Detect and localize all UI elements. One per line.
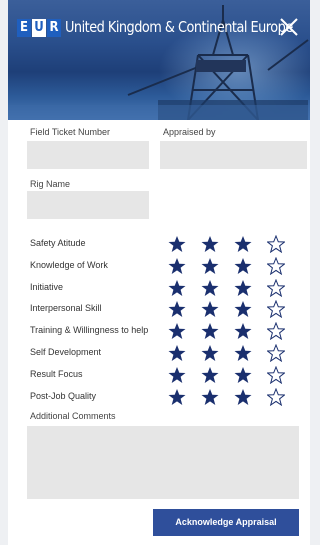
rating-label: Initiative xyxy=(30,281,64,292)
star-filled-icon[interactable] xyxy=(168,388,186,406)
star-empty-icon[interactable] xyxy=(267,344,285,362)
rating-label: Result Focus xyxy=(30,368,83,379)
field-ticket-input[interactable] xyxy=(27,141,149,169)
star-empty-icon[interactable] xyxy=(267,278,285,297)
rating-label: Training & Willingness to help xyxy=(30,325,149,336)
star-filled-icon[interactable] xyxy=(201,344,219,362)
star-rating xyxy=(168,300,288,319)
star-rating xyxy=(168,344,288,362)
rig-name-input[interactable] xyxy=(27,191,149,219)
star-rating xyxy=(168,387,288,406)
rating-label: Self Development xyxy=(30,347,102,357)
logo-letter-e: E xyxy=(17,19,31,37)
star-empty-icon[interactable] xyxy=(267,365,285,384)
rating-label: Safety Atitude xyxy=(30,238,86,248)
field-ticket-label: Field Ticket Number xyxy=(30,127,111,137)
close-icon[interactable] xyxy=(276,14,302,40)
star-filled-icon[interactable] xyxy=(234,300,252,318)
star-filled-icon[interactable] xyxy=(201,322,219,340)
star-filled-icon[interactable] xyxy=(201,366,219,384)
star-empty-icon[interactable] xyxy=(267,322,285,341)
star-filled-icon[interactable] xyxy=(234,257,252,275)
star-rating xyxy=(168,365,288,384)
appraisal-panel: E U R United Kingdom & Continental Europ… xyxy=(8,0,310,545)
title-bar: E U R United Kingdom & Continental Europ… xyxy=(8,10,310,42)
header-banner: E U R United Kingdom & Continental Europ… xyxy=(8,0,310,120)
rating-label: Interpersonal Skill xyxy=(30,303,102,314)
star-filled-icon[interactable] xyxy=(201,257,219,275)
rating-label: Knowledge of Work xyxy=(30,259,108,270)
star-filled-icon[interactable] xyxy=(201,388,219,406)
star-filled-icon[interactable] xyxy=(168,344,186,362)
rating-label: Post-Job Quality xyxy=(30,390,97,401)
acknowledge-appraisal-button[interactable]: Acknowledge Appraisal xyxy=(153,509,299,536)
star-filled-icon[interactable] xyxy=(168,322,186,340)
star-filled-icon[interactable] xyxy=(168,235,186,253)
appraised-by-input[interactable] xyxy=(160,141,307,169)
star-filled-icon[interactable] xyxy=(201,235,219,253)
star-filled-icon[interactable] xyxy=(168,366,186,384)
star-filled-icon[interactable] xyxy=(234,388,252,406)
rig-name-label: Rig Name xyxy=(30,179,71,189)
star-rating xyxy=(168,322,288,341)
star-filled-icon[interactable] xyxy=(234,279,252,297)
star-filled-icon[interactable] xyxy=(234,344,252,362)
star-filled-icon[interactable] xyxy=(201,279,219,297)
star-empty-icon[interactable] xyxy=(267,256,285,275)
star-filled-icon[interactable] xyxy=(234,322,252,340)
star-filled-icon[interactable] xyxy=(234,366,252,384)
star-filled-icon[interactable] xyxy=(234,235,252,253)
star-empty-icon[interactable] xyxy=(267,387,285,406)
star-rating xyxy=(168,278,288,297)
star-filled-icon[interactable] xyxy=(168,279,186,297)
star-filled-icon[interactable] xyxy=(168,300,186,318)
page-title: United Kingdom & Continental Europe xyxy=(65,18,293,36)
additional-comments-label: Additional Comments xyxy=(30,411,116,421)
logo-letter-u: U xyxy=(32,19,46,37)
logo-letter-r: R xyxy=(47,19,61,37)
star-filled-icon[interactable] xyxy=(201,300,219,318)
star-rating xyxy=(168,256,288,275)
star-rating xyxy=(168,235,288,253)
star-empty-icon[interactable] xyxy=(267,300,285,319)
appraised-by-label: Appraised by xyxy=(163,127,216,137)
additional-comments-textarea[interactable] xyxy=(27,426,299,499)
star-filled-icon[interactable] xyxy=(168,257,186,275)
star-empty-icon[interactable] xyxy=(267,235,285,253)
